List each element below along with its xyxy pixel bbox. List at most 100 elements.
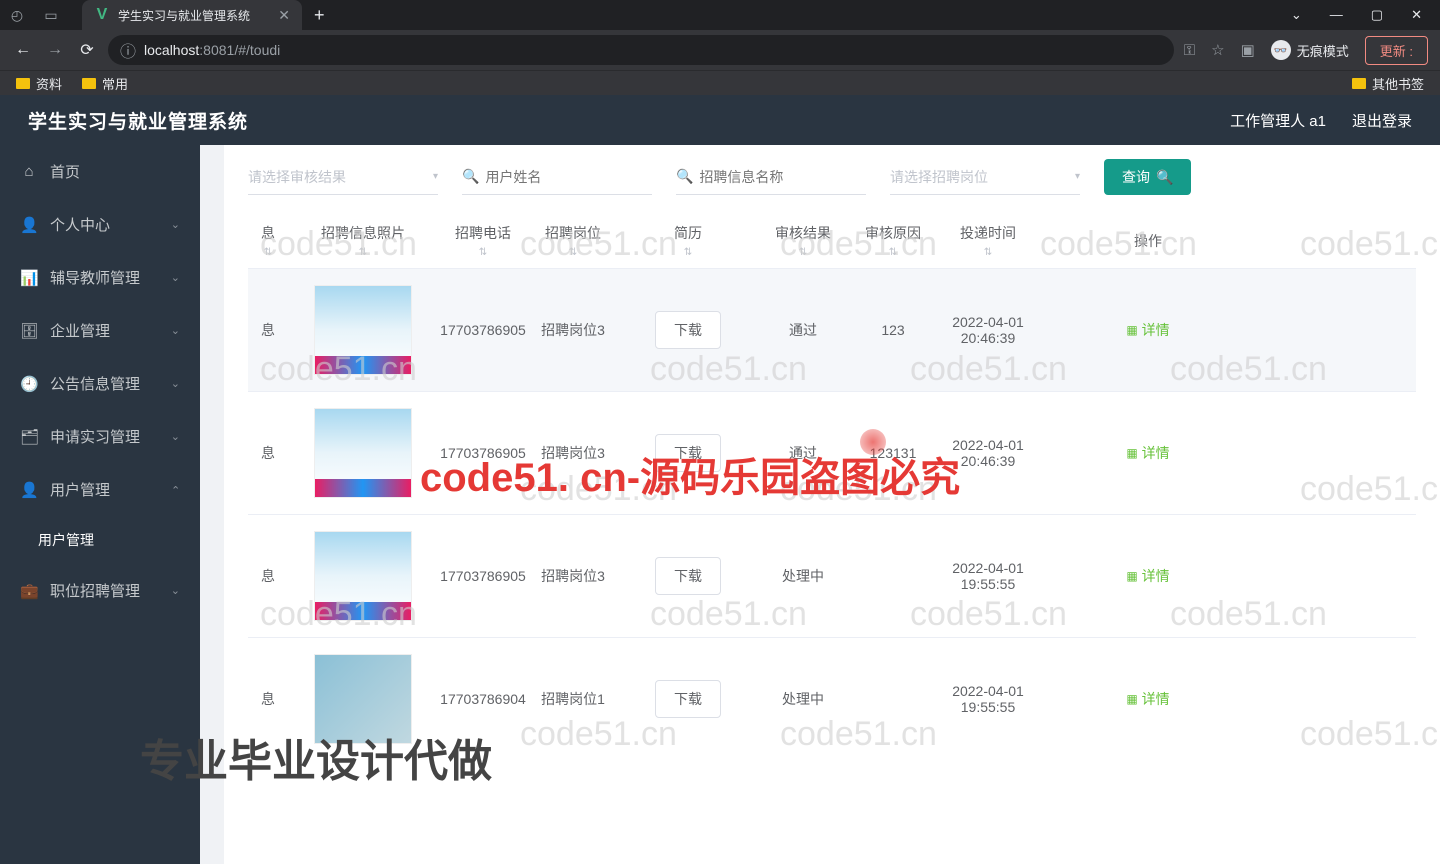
reload-button[interactable]: ⟳	[76, 40, 98, 60]
url-input[interactable]: ⓘ localhost:8081/#/toudi	[108, 35, 1174, 65]
sidebar-item[interactable]: 👤 个人中心 ⌄	[0, 198, 200, 251]
cell-result: 通过	[758, 443, 848, 463]
cell-job: 招聘岗位3	[528, 566, 618, 586]
detail-icon: ▦	[1126, 446, 1137, 460]
sort-icon[interactable]: ⇅	[684, 247, 692, 258]
chevron-down-icon: ▾	[433, 171, 438, 182]
cell-time: 2022-04-01 19:55:55	[938, 683, 1038, 715]
chevron-down-icon: ▾	[1075, 171, 1080, 182]
bookmark-item[interactable]: 常用	[82, 74, 128, 93]
detail-link[interactable]: ▦详情	[1126, 443, 1169, 463]
close-icon[interactable]: ✕	[278, 7, 290, 24]
search-icon: 🔍	[676, 168, 693, 185]
cell-time: 2022-04-01 20:46:39	[938, 314, 1038, 346]
sidebar-item[interactable]: 📊辅导教师管理⌄	[0, 251, 200, 304]
sidebar-subitem[interactable]: 用户管理	[0, 516, 200, 564]
incognito-icon: 👓	[1271, 40, 1291, 60]
bookmark-item[interactable]: 资料	[16, 74, 62, 93]
table-row: 息 17703786905 招聘岗位3 下载 通过 123 2022-04-01…	[248, 268, 1416, 391]
table-row: 息 17703786904 招聘岗位1 下载 处理中 2022-04-01 19…	[248, 637, 1416, 760]
audit-result-select[interactable]: 请选择审核结果▾	[248, 159, 438, 195]
sidebar-item[interactable]: 💼职位招聘管理⌄	[0, 564, 200, 617]
cell-phone: 17703786905	[438, 445, 528, 461]
new-tab-button[interactable]: +	[302, 5, 337, 26]
sort-icon[interactable]: ⇅	[984, 247, 992, 258]
maximize-button[interactable]: ▢	[1371, 7, 1383, 23]
folder-icon	[1352, 78, 1366, 89]
other-bookmarks[interactable]: 其他书签	[1352, 74, 1424, 93]
extension-icon[interactable]: ▣	[1241, 41, 1255, 59]
chevron-down-icon[interactable]: ⌄	[1291, 7, 1302, 23]
download-button[interactable]: 下载	[655, 434, 721, 472]
cell-job: 招聘岗位3	[528, 443, 618, 463]
query-button[interactable]: 查询🔍	[1104, 159, 1191, 195]
back-button[interactable]: ←	[12, 41, 34, 59]
download-button[interactable]: 下载	[655, 557, 721, 595]
folder-icon	[82, 78, 96, 89]
cell-time: 2022-04-01 19:55:55	[938, 560, 1038, 592]
chevron-down-icon: ⌄	[171, 430, 180, 443]
search-icon: 🔍	[462, 168, 479, 185]
cell-time: 2022-04-01 20:46:39	[938, 437, 1038, 469]
job-select[interactable]: 请选择招聘岗位▾	[890, 159, 1080, 195]
browser-chrome: ◴ ▭ V 学生实习与就业管理系统 ✕ + ⌄ — ▢ ✕ ← → ⟳ ⓘ lo…	[0, 0, 1440, 95]
chevron-down-icon: ⌄	[171, 218, 180, 231]
forward-button[interactable]: →	[44, 41, 66, 59]
cell-result: 处理中	[758, 566, 848, 586]
cursor-indicator	[860, 429, 886, 455]
sidebar-item[interactable]: 🗂申请实习管理⌄	[0, 410, 200, 463]
history-icon[interactable]: ◴	[0, 2, 34, 28]
incognito-badge: 👓 无痕模式	[1271, 40, 1349, 60]
vue-icon: V	[94, 7, 110, 23]
sidebar-item[interactable]: ⌂首页	[0, 145, 200, 198]
main-content: 请选择审核结果▾ 🔍 🔍 请选择招聘岗位▾ 查询🔍	[200, 145, 1440, 864]
menu-icon: 👤	[20, 216, 38, 234]
cell-phone: 17703786904	[438, 691, 528, 707]
download-button[interactable]: 下载	[655, 680, 721, 718]
chevron-down-icon: ⌄	[171, 271, 180, 284]
tab-title: 学生实习与就业管理系统	[118, 7, 270, 24]
detail-link[interactable]: ▦详情	[1126, 689, 1169, 709]
sidebar-item[interactable]: 👤用户管理⌄	[0, 463, 200, 516]
sort-icon[interactable]: ⇅	[569, 247, 577, 258]
cell-job: 招聘岗位3	[528, 320, 618, 340]
menu-label: 企业管理	[50, 320, 110, 341]
browser-tab[interactable]: V 学生实习与就业管理系统 ✕	[82, 0, 302, 30]
star-icon[interactable]: ☆	[1211, 41, 1224, 59]
minimize-button[interactable]: —	[1330, 7, 1343, 23]
close-window-button[interactable]: ✕	[1411, 7, 1422, 23]
sort-icon[interactable]: ⇅	[359, 247, 367, 258]
tab-bar: ◴ ▭ V 学生实习与就业管理系统 ✕ + ⌄ — ▢ ✕	[0, 0, 1440, 30]
sort-icon[interactable]: ⇅	[479, 247, 487, 258]
menu-label: 个人中心	[50, 214, 110, 235]
sidebar-item[interactable]: 🕘公告信息管理⌄	[0, 357, 200, 410]
app-header: 学生实习与就业管理系统 工作管理人 a1 退出登录	[0, 95, 1440, 145]
detail-link[interactable]: ▦详情	[1126, 320, 1169, 340]
cell-reason: 123	[848, 322, 938, 338]
data-table: 息⇅ 招聘信息照片⇅ 招聘电话⇅ 招聘岗位⇅ 简历⇅ 审核结果⇅ 审核原因⇅ 投…	[248, 213, 1416, 760]
menu-label: 公告信息管理	[50, 373, 140, 394]
recruit-photo	[314, 531, 412, 621]
recruit-photo	[314, 285, 412, 375]
sort-icon[interactable]: ⇅	[889, 247, 897, 258]
username-input[interactable]: 🔍	[462, 159, 652, 195]
sort-icon[interactable]: ⇅	[799, 247, 807, 258]
search-icon: 🔍	[1156, 169, 1173, 186]
logout-link[interactable]: 退出登录	[1352, 110, 1412, 131]
sort-icon[interactable]: ⇅	[264, 247, 272, 258]
menu-icon: 🗂	[20, 428, 38, 446]
key-icon[interactable]: ⚿	[1184, 42, 1195, 59]
filter-bar: 请选择审核结果▾ 🔍 🔍 请选择招聘岗位▾ 查询🔍	[248, 159, 1416, 195]
cell-phone: 17703786905	[438, 322, 528, 338]
download-button[interactable]: 下载	[655, 311, 721, 349]
current-user[interactable]: 工作管理人 a1	[1230, 110, 1326, 131]
menu-icon: ⌂	[20, 163, 38, 180]
recruit-name-input[interactable]: 🔍	[676, 159, 866, 195]
detail-icon: ▦	[1126, 692, 1137, 706]
detail-link[interactable]: ▦详情	[1126, 566, 1169, 586]
app-icon[interactable]: ▭	[34, 2, 68, 28]
update-button[interactable]: 更新 :	[1365, 36, 1428, 65]
folder-icon	[16, 78, 30, 89]
sidebar-item[interactable]: 🗄企业管理⌄	[0, 304, 200, 357]
detail-icon: ▦	[1126, 569, 1137, 583]
